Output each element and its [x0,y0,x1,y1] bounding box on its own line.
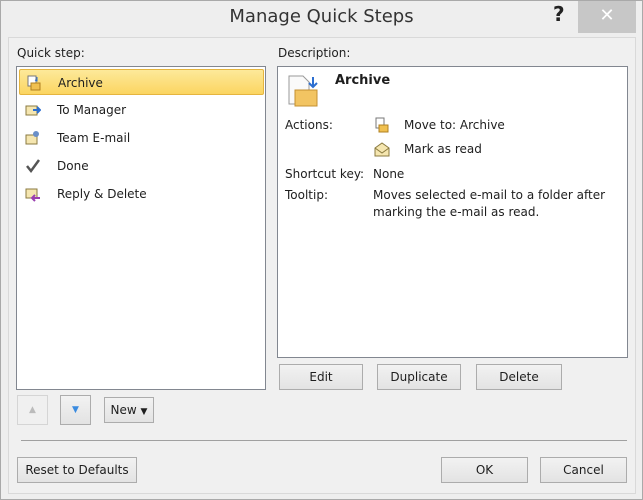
list-item-label: Reply & Delete [57,187,147,201]
close-button[interactable]: ✕ [578,1,636,33]
actions-label: Actions: [285,118,333,132]
move-to-folder-icon [375,117,389,133]
duplicate-button[interactable]: Duplicate [377,364,461,390]
list-item-archive[interactable]: Archive [19,69,264,95]
team-email-icon [25,131,39,145]
tooltip-value-line2: marking the e-mail as read. [373,205,540,219]
delete-label: Delete [499,370,539,384]
reset-label: Reset to Defaults [25,463,129,477]
reply-delete-icon [25,188,40,202]
tooltip-label: Tooltip: [285,188,329,202]
list-item-label: Done [57,159,89,173]
duplicate-label: Duplicate [390,370,448,384]
list-item-reply-delete[interactable]: Reply & Delete [19,181,264,207]
new-label: New [110,403,137,417]
arrow-down-icon: ▼ [72,405,79,415]
move-down-button[interactable]: ▼ [60,395,91,425]
action-mark-as-read: Mark as read [404,142,482,156]
new-button[interactable]: New ▼ [104,397,154,423]
move-up-button[interactable]: ▲ [17,395,48,425]
ok-button[interactable]: OK [441,457,528,483]
cancel-button[interactable]: Cancel [540,457,627,483]
shortcut-key-label: Shortcut key: [285,167,365,181]
list-item-team-email[interactable]: Team E-mail [19,125,264,151]
archive-icon [27,75,41,91]
cancel-label: Cancel [563,463,604,477]
quick-step-list[interactable]: Archive To Manager Team E-mail Done Repl… [16,66,266,390]
quick-step-label: Quick step: [17,46,85,60]
forward-icon [25,105,41,116]
shortcut-key-value: None [373,167,405,181]
reset-to-defaults-button[interactable]: Reset to Defaults [17,457,137,483]
ok-label: OK [475,463,494,477]
tooltip-value-line1: Moves selected e-mail to a folder after [373,188,606,202]
action-move-to: Move to: Archive [404,118,505,132]
separator [21,440,627,441]
list-item-done[interactable]: Done [19,153,264,179]
archive-large-icon [288,75,318,107]
arrow-up-icon: ▲ [29,405,36,415]
edit-button[interactable]: Edit [279,364,363,390]
quick-step-name: Archive [335,73,391,88]
description-label: Description: [278,46,351,60]
list-item-label: Team E-mail [57,131,131,145]
list-item-label: Archive [58,76,103,90]
checkmark-icon [26,159,41,174]
help-button[interactable]: ? [553,2,565,26]
delete-button[interactable]: Delete [476,364,562,390]
list-item-label: To Manager [57,103,127,117]
dialog-title: Manage Quick Steps [229,6,414,27]
list-item-to-manager[interactable]: To Manager [19,97,264,123]
mark-as-read-icon [374,142,390,157]
dropdown-arrow-icon: ▼ [140,407,148,417]
edit-label: Edit [309,370,333,384]
